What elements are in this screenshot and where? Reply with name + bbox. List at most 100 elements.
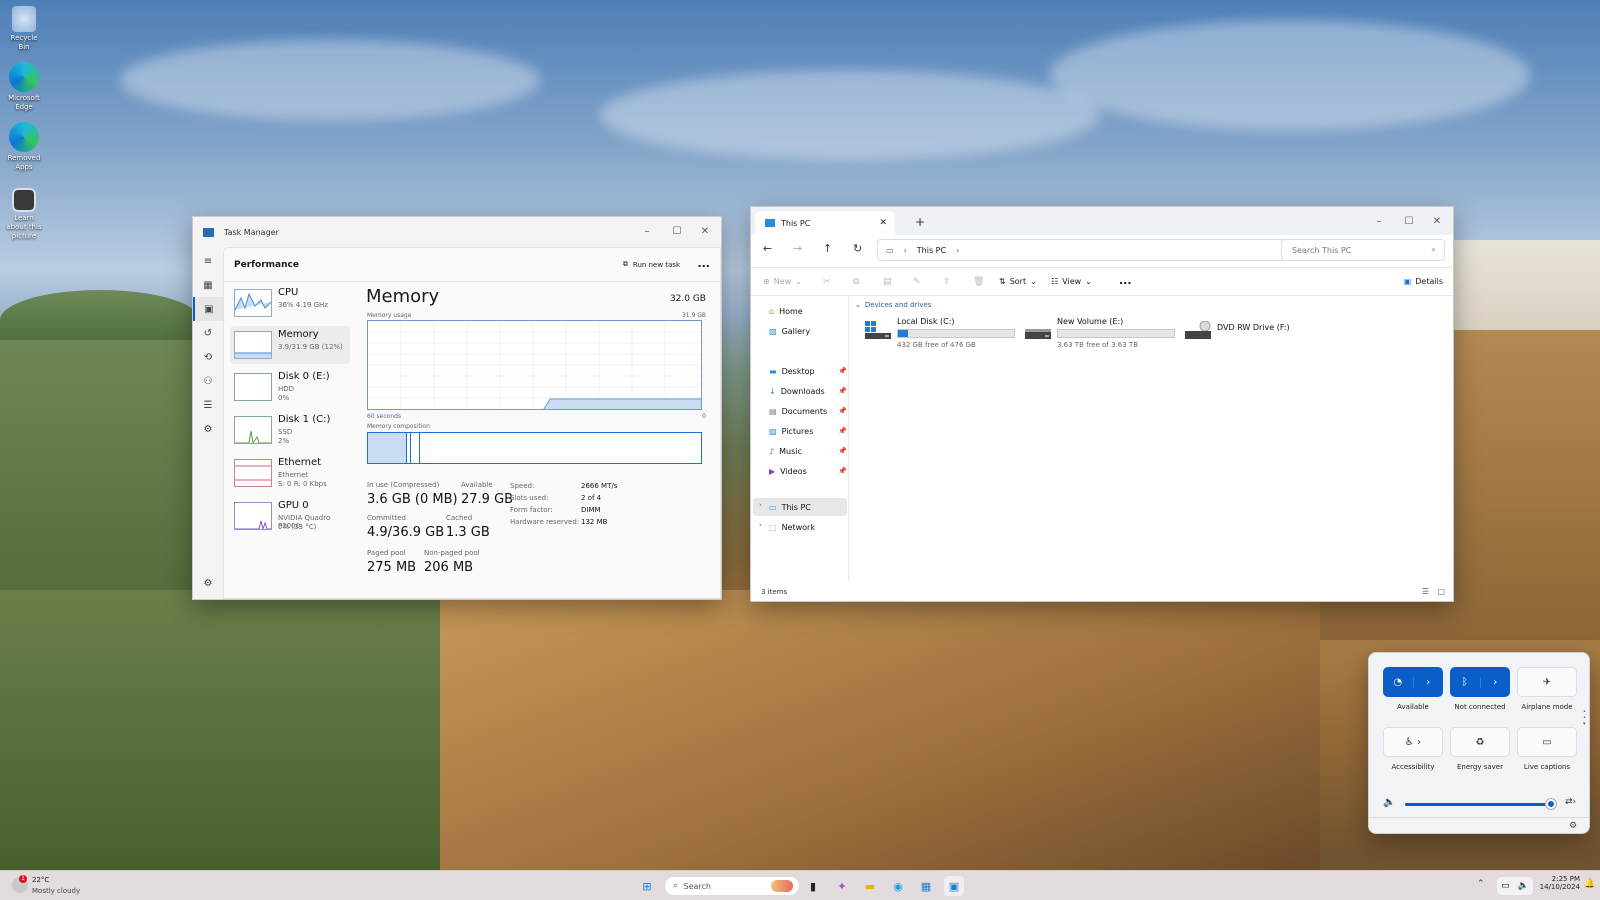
- store-icon[interactable]: ▦: [916, 876, 936, 896]
- app-history-icon[interactable]: ↺: [193, 321, 223, 345]
- nav-desktop[interactable]: ▬ Desktop 📌: [769, 362, 849, 380]
- cut-icon[interactable]: ✂: [823, 277, 831, 287]
- perf-item-disk0[interactable]: Disk 0 (E:) HDD 0%: [230, 368, 350, 406]
- delete-icon[interactable]: 🗑: [973, 277, 984, 287]
- audio-output-icon[interactable]: ⇄›: [1565, 797, 1576, 807]
- desktop-icon-label: Microsoft Edge: [8, 94, 40, 111]
- drive-f[interactable]: DVD DVD RW Drive (F:): [1185, 317, 1345, 353]
- close-tab-icon[interactable]: ✕: [879, 218, 887, 228]
- nav-downloads[interactable]: ↓ Downloads 📌: [769, 382, 849, 400]
- wifi-toggle[interactable]: ◔ ›: [1383, 667, 1443, 697]
- chevron-right-icon[interactable]: ›: [1479, 676, 1511, 688]
- perf-item-disk1[interactable]: Disk 1 (C:) SSD 2%: [230, 411, 350, 449]
- users-icon[interactable]: ⚇: [193, 369, 223, 393]
- chevron-right-icon[interactable]: ›: [759, 501, 762, 509]
- devices-section-header[interactable]: ⌄ Devices and drives: [855, 301, 931, 309]
- show-hidden-icons[interactable]: ⌃: [1477, 879, 1485, 889]
- perf-item-ethernet[interactable]: Ethernet Ethernet S: 0 R: 0 Kbps: [230, 454, 350, 492]
- minimize-button[interactable]: –: [1365, 207, 1393, 235]
- nav-documents[interactable]: ▤ Documents 📌: [769, 402, 849, 420]
- desktop-icon-recycle-bin[interactable]: Recycle Bin: [4, 6, 44, 52]
- rename-icon[interactable]: ✎: [913, 277, 921, 287]
- startup-apps-icon[interactable]: ⟲: [193, 345, 223, 369]
- close-button[interactable]: ✕: [1423, 207, 1451, 235]
- details-view-icon[interactable]: ☰: [1422, 587, 1429, 596]
- address-bar[interactable]: ▭ › This PC ›: [877, 239, 1285, 261]
- accessibility-toggle[interactable]: ♿ ›: [1383, 727, 1443, 757]
- perf-item-gpu[interactable]: GPU 0 NVIDIA Quadro P2000 0% (33 °C): [230, 497, 350, 535]
- start-button[interactable]: ⊞: [637, 876, 657, 896]
- weather-temp[interactable]: 22°C: [32, 876, 49, 884]
- services-icon[interactable]: ⚙: [193, 417, 223, 441]
- back-button[interactable]: ←: [763, 242, 772, 255]
- nav-network[interactable]: ⬚ Network: [769, 518, 849, 536]
- pictures-icon: ▨: [769, 426, 777, 436]
- chevron-right-icon[interactable]: ›: [1412, 676, 1444, 688]
- minimize-button[interactable]: –: [633, 217, 661, 245]
- task-manager-icon[interactable]: ▣: [944, 876, 964, 896]
- details-icon[interactable]: ☰: [193, 393, 223, 417]
- new-label: New: [773, 277, 792, 286]
- view-button[interactable]: ☷ View ⌄: [1051, 277, 1092, 286]
- tiles-view-icon[interactable]: ▢: [1437, 587, 1445, 596]
- page-dots[interactable]: • • ▾: [1583, 709, 1586, 727]
- speaker-icon[interactable]: 🔈: [1383, 797, 1395, 808]
- nav-home[interactable]: ⌂ Home: [769, 302, 849, 320]
- clock[interactable]: 2:25 PM 14/10/2024: [1536, 875, 1580, 891]
- desktop-icon-edge[interactable]: Microsoft Edge: [4, 62, 44, 112]
- nav-music[interactable]: ♪ Music 📌: [769, 442, 849, 460]
- task-view-icon[interactable]: ▮: [803, 876, 823, 896]
- volume-slider[interactable]: [1405, 799, 1556, 809]
- copy-icon[interactable]: ⧉: [853, 277, 859, 287]
- perf-item-name: GPU 0: [278, 500, 309, 511]
- hamburger-menu-icon[interactable]: ≡: [193, 249, 223, 273]
- search-input[interactable]: Search This PC ⌕: [1281, 239, 1445, 261]
- edge-icon[interactable]: ◉: [888, 876, 908, 896]
- airplane-mode-toggle[interactable]: ✈: [1517, 667, 1577, 697]
- forward-button[interactable]: →: [793, 242, 802, 255]
- desktop-icon-learn-picture[interactable]: Learn about this picture: [4, 188, 44, 241]
- nav-gallery[interactable]: ▨ Gallery: [769, 322, 849, 340]
- run-new-task-button[interactable]: ⧉ Run new task: [623, 260, 680, 269]
- nav-this-pc[interactable]: ▭ This PC: [769, 498, 849, 516]
- share-icon[interactable]: ⇪: [943, 277, 951, 287]
- paste-icon[interactable]: ▤: [883, 277, 892, 287]
- energy-saver-toggle[interactable]: ♻: [1450, 727, 1510, 757]
- settings-icon[interactable]: ⚙: [1569, 821, 1577, 831]
- perf-item-memory[interactable]: Memory 3.9/31.9 GB (12%): [230, 326, 350, 364]
- maximize-button[interactable]: ☐: [1395, 207, 1423, 235]
- tab-this-pc[interactable]: This PC ✕: [755, 211, 895, 235]
- form-factor-value: DIMM: [581, 506, 601, 514]
- breadcrumb-this-pc[interactable]: This PC: [917, 246, 946, 255]
- details-button[interactable]: ▣ Details: [1404, 277, 1443, 286]
- network-volume-tray[interactable]: ▭ 🔈: [1497, 877, 1533, 895]
- taskbar-search[interactable]: ⌕ Search: [664, 876, 800, 896]
- performance-icon[interactable]: ▣: [193, 297, 223, 321]
- refresh-button[interactable]: ↻: [853, 242, 862, 255]
- more-options-button[interactable]: ...: [1119, 274, 1132, 287]
- sort-button[interactable]: ⇅ Sort ⌄: [999, 277, 1037, 286]
- new-button[interactable]: ⊕ New ⌄: [763, 277, 802, 286]
- drive-e[interactable]: New Volume (E:) 3.63 TB free of 3.63 TB: [1025, 317, 1185, 353]
- copilot-icon[interactable]: ✦: [832, 876, 852, 896]
- close-button[interactable]: ✕: [691, 217, 719, 245]
- nav-videos[interactable]: ▶ Videos 📌: [769, 462, 849, 480]
- drive-c[interactable]: Local Disk (C:) 432 GB free of 476 GB: [865, 317, 1025, 353]
- more-options-button[interactable]: ...: [697, 257, 710, 270]
- new-tab-button[interactable]: +: [915, 215, 925, 229]
- volume-thumb[interactable]: [1545, 799, 1556, 809]
- desktop-icon-removed-apps[interactable]: Removed Apps: [4, 122, 44, 172]
- maximize-button[interactable]: ☐: [663, 217, 691, 245]
- nav-pictures[interactable]: ▨ Pictures 📌: [769, 422, 849, 440]
- processes-icon[interactable]: ▦: [193, 273, 223, 297]
- perf-item-cpu[interactable]: CPU 36% 4.19 GHz: [230, 284, 350, 322]
- chevron-right-icon[interactable]: ›: [759, 521, 762, 529]
- notification-bell-icon[interactable]: 🔔: [1584, 879, 1595, 889]
- paged-pool-label: Paged pool: [367, 549, 406, 557]
- weather-desc[interactable]: Mostly cloudy: [32, 887, 80, 895]
- bluetooth-toggle[interactable]: ᛒ ›: [1450, 667, 1510, 697]
- file-explorer-icon[interactable]: ▬: [860, 876, 880, 896]
- settings-icon[interactable]: ⚙: [193, 571, 223, 595]
- live-captions-toggle[interactable]: ▭: [1517, 727, 1577, 757]
- up-button[interactable]: ↑: [823, 242, 832, 255]
